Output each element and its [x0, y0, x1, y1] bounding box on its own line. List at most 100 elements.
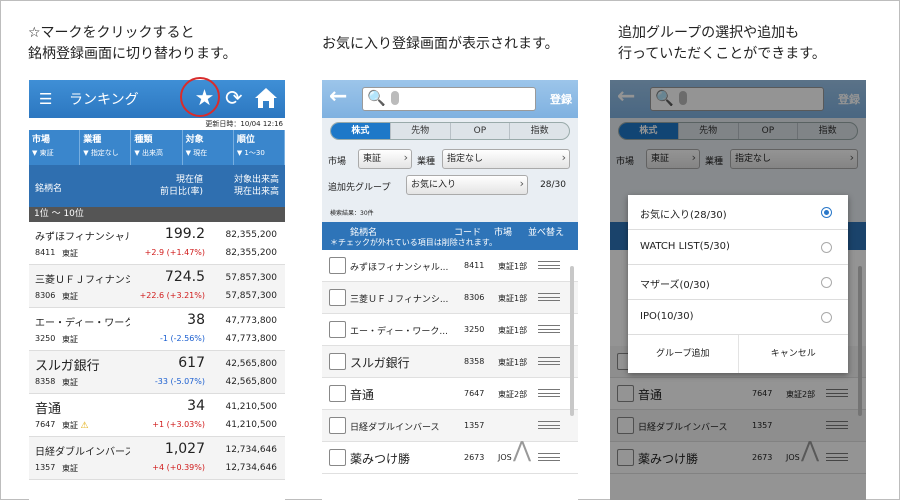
stock-name: 日経ダブルインバース	[35, 447, 130, 458]
list-item[interactable]: スルガ銀行 8358 東証1部	[322, 346, 578, 378]
drag-handle-icon[interactable]	[538, 261, 560, 269]
target-volume: 42,565,800	[225, 359, 277, 369]
register-header: ← 🔍 登録	[322, 80, 578, 118]
stock-market: 東証	[62, 463, 78, 474]
market-label: 市場	[328, 157, 347, 167]
stock-name: スルガ銀行	[35, 359, 100, 374]
filter-value: 1〜30	[237, 148, 282, 158]
col-volume-current: 現在出来高	[233, 187, 279, 197]
rank-section-header: 1位 〜 10位	[29, 207, 285, 222]
drag-handle-icon[interactable]	[538, 293, 560, 301]
list-item[interactable]: 日経ダブルインバース 1357	[322, 410, 578, 442]
group-option[interactable]: IPO(10/30)	[628, 300, 848, 335]
radio-selected-icon[interactable]	[821, 207, 832, 218]
stock-change: -33 (-5.07%)	[154, 377, 205, 386]
group-option[interactable]: WATCH LIST(5/30)	[628, 230, 848, 265]
delete-note: ＊チェックが外れている項目は削除されます。	[330, 238, 497, 247]
filter-market[interactable]: 市場東証	[29, 130, 81, 165]
checkbox[interactable]	[329, 257, 346, 274]
target-volume: 41,210,500	[225, 402, 277, 412]
group-option[interactable]: マザーズ(0/30)	[628, 265, 848, 300]
drag-handle-icon[interactable]	[538, 357, 560, 365]
scrollbar[interactable]	[570, 266, 574, 416]
search-icon: 🔍	[367, 89, 386, 107]
stock-code: 2673	[464, 453, 485, 462]
checkbox[interactable]	[329, 385, 346, 402]
table-row[interactable]: 三菱ＵＦＪフィナンシ... 8306 東証 724.5 +22.6 (+3.21%) 57…	[29, 265, 285, 308]
checkbox[interactable]	[329, 449, 346, 466]
table-row[interactable]: みずほフィナンシャル... 8411 東証 199.2 +2.9 (+1.47%) 82,…	[29, 222, 285, 265]
caption-panel3: 追加グループの選択や追加も 行っていただくことができます。	[618, 23, 826, 65]
filter-target[interactable]: 対象現在	[183, 130, 234, 165]
update-timestamp: 更新日時：10/04 12:16	[29, 118, 285, 130]
list-item[interactable]: 音通 7647 東証2部	[322, 378, 578, 410]
group-select[interactable]: お気に入り	[406, 175, 528, 195]
filter-industry[interactable]: 業種指定なし	[80, 130, 132, 165]
filter-label: 種類	[134, 135, 153, 145]
checkbox[interactable]	[329, 417, 346, 434]
tab-index[interactable]: 指数	[510, 123, 569, 139]
register-button[interactable]: 登録	[550, 91, 572, 107]
home-icon[interactable]	[254, 86, 278, 110]
checkbox[interactable]	[329, 321, 346, 338]
stock-name: エー・ディー・ワーク...	[350, 327, 448, 337]
register-screen: ← 🔍 登録 株式 先物 OP 指数 市場 東証 業種 指定なし 追加先グループ…	[322, 80, 578, 500]
industry-select[interactable]: 指定なし	[442, 149, 570, 169]
table-row[interactable]: 音通 7647 東証 ⚠ 34 +1 (+3.03%) 41,210,500 41,210,…	[29, 394, 285, 437]
add-group-button[interactable]: グループ追加	[628, 335, 739, 373]
col-sort: 並べ替え	[528, 228, 565, 238]
drag-handle-icon[interactable]	[538, 389, 560, 397]
stock-code: 8411	[464, 261, 485, 270]
stock-code: 8306	[464, 293, 485, 302]
current-volume: 12,734,646	[225, 463, 277, 473]
col-price: 現在値 前日比(率)	[160, 174, 203, 198]
group-option[interactable]: お気に入り(28/30)	[628, 195, 848, 230]
menu-icon[interactable]: ☰	[39, 90, 52, 108]
filter-rank[interactable]: 順位 1〜30	[234, 130, 285, 165]
table-row[interactable]: 日経ダブルインバース 1357 東証 1,027 +4 (+0.39%) 12,734,6…	[29, 437, 285, 480]
drag-handle-icon[interactable]	[538, 421, 560, 429]
refresh-icon[interactable]: ⟳	[225, 86, 243, 110]
scroll-top-icon[interactable]: ⋀	[513, 438, 531, 463]
stock-market: 東証1部	[498, 262, 528, 271]
back-arrow-icon[interactable]: ←	[329, 84, 347, 109]
stock-name: スルガ銀行	[350, 356, 410, 370]
group-label: 追加先グループ	[328, 183, 391, 193]
stock-code: 8306	[35, 291, 56, 300]
stock-market: 東証 ⚠	[62, 420, 89, 431]
tab-futures[interactable]: 先物	[391, 123, 451, 139]
filter-type[interactable]: 種類出来高	[131, 130, 183, 165]
list-item[interactable]: エー・ディー・ワーク... 3250 東証1部	[322, 314, 578, 346]
stock-code: 7647	[35, 420, 56, 429]
list-item[interactable]: 薬みつけ勝 2673 JOS	[322, 442, 578, 474]
group-option-label: IPO(10/30)	[640, 311, 694, 322]
drag-handle-icon[interactable]	[538, 325, 560, 333]
asset-tabs: 株式 先物 OP 指数	[330, 122, 570, 140]
target-volume: 47,773,800	[225, 316, 277, 326]
cancel-button[interactable]: キャンセル	[739, 335, 849, 373]
dialog-buttons: グループ追加 キャンセル	[628, 335, 848, 373]
checkbox[interactable]	[329, 289, 346, 306]
radio-icon[interactable]	[821, 242, 832, 253]
stock-price: 724.5	[164, 269, 205, 285]
stock-price: 34	[187, 398, 205, 414]
radio-icon[interactable]	[821, 312, 832, 323]
table-row[interactable]: エー・ディー・ワーク... 3250 東証 38 -1 (-2.56%) 47,773,8…	[29, 308, 285, 351]
col-volume-target: 対象出来高	[233, 175, 279, 185]
list-item[interactable]: みずほフィナンシャル... 8411 東証1部	[322, 250, 578, 282]
market-select[interactable]: 東証	[358, 149, 412, 169]
filter-bar: 市場東証 業種指定なし 種類出来高 対象現在 順位 1〜30	[29, 130, 285, 165]
list-item[interactable]: 三菱ＵＦＪフィナンシ... 8306 東証1部	[322, 282, 578, 314]
stock-change: +22.6 (+3.21%)	[139, 291, 205, 300]
page-title: ランキング	[69, 92, 139, 108]
search-input[interactable]: 🔍	[362, 87, 536, 111]
checkbox[interactable]	[329, 353, 346, 370]
radio-icon[interactable]	[821, 277, 832, 288]
tab-options[interactable]: OP	[451, 123, 511, 139]
microphone-icon[interactable]	[391, 91, 399, 105]
drag-handle-icon[interactable]	[538, 453, 560, 461]
tab-stocks[interactable]: 株式	[331, 123, 391, 139]
table-row[interactable]: スルガ銀行 8358 東証 617 -33 (-5.07%) 42,565,800 42,5…	[29, 351, 285, 394]
group-select-screen: ← 🔍 登録 株式 先物 OP 指数 市場 東証 業種 指定なし スルガ銀行83…	[610, 80, 866, 500]
search-result-count: 検索結果：30件	[330, 210, 374, 217]
